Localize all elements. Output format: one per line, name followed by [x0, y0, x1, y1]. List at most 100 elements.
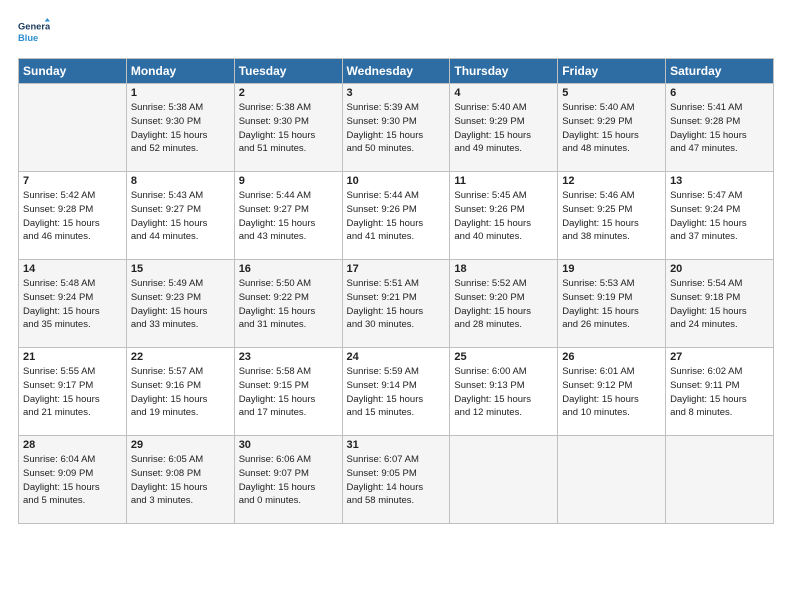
calendar-week-row: 14Sunrise: 5:48 AM Sunset: 9:24 PM Dayli… [19, 260, 774, 348]
day-number: 28 [23, 439, 122, 451]
day-info: Sunrise: 5:40 AM Sunset: 9:29 PM Dayligh… [454, 101, 553, 156]
day-info: Sunrise: 6:04 AM Sunset: 9:09 PM Dayligh… [23, 453, 122, 508]
calendar-day-cell: 6 Sunrise: 5:41 AM Sunset: 9:28 PM Daylig… [666, 84, 774, 172]
day-info: Sunrise: 5:47 AM Sunset: 9:24 PM Dayligh… [670, 189, 769, 244]
calendar-day-cell: 29 Sunrise: 6:05 AM Sunset: 9:08 PM Dayli… [126, 436, 234, 524]
calendar-week-row: 7Sunrise: 5:42 AM Sunset: 9:28 PM Daylig… [19, 172, 774, 260]
page: General Blue SundayMondayTuesdayWednesda… [0, 0, 792, 612]
day-number: 30 [239, 439, 338, 451]
day-info: Sunrise: 5:40 AM Sunset: 9:29 PM Dayligh… [562, 101, 661, 156]
calendar-day-cell: 5 Sunrise: 5:40 AM Sunset: 9:29 PM Daylig… [558, 84, 666, 172]
day-number: 12 [562, 175, 661, 187]
day-info: Sunrise: 5:58 AM Sunset: 9:15 PM Dayligh… [239, 365, 338, 420]
day-number: 8 [131, 175, 230, 187]
weekday-header-cell: Tuesday [234, 59, 342, 84]
day-number: 23 [239, 351, 338, 363]
calendar-day-cell: 17 Sunrise: 5:51 AM Sunset: 9:21 PM Dayli… [342, 260, 450, 348]
day-info: Sunrise: 5:59 AM Sunset: 9:14 PM Dayligh… [347, 365, 446, 420]
day-number: 29 [131, 439, 230, 451]
weekday-header-cell: Thursday [450, 59, 558, 84]
day-number: 20 [670, 263, 769, 275]
day-number: 17 [347, 263, 446, 275]
day-info: Sunrise: 5:54 AM Sunset: 9:18 PM Dayligh… [670, 277, 769, 332]
calendar-day-cell: 16 Sunrise: 5:50 AM Sunset: 9:22 PM Dayli… [234, 260, 342, 348]
day-number: 27 [670, 351, 769, 363]
day-info: Sunrise: 5:51 AM Sunset: 9:21 PM Dayligh… [347, 277, 446, 332]
day-number: 26 [562, 351, 661, 363]
calendar-day-cell [450, 436, 558, 524]
calendar-day-cell [19, 84, 127, 172]
day-number: 15 [131, 263, 230, 275]
day-number: 9 [239, 175, 338, 187]
calendar-day-cell: 4 Sunrise: 5:40 AM Sunset: 9:29 PM Daylig… [450, 84, 558, 172]
logo: General Blue [18, 18, 54, 50]
calendar-day-cell: 19 Sunrise: 5:53 AM Sunset: 9:19 PM Dayli… [558, 260, 666, 348]
calendar-table: SundayMondayTuesdayWednesdayThursdayFrid… [18, 58, 774, 524]
calendar-day-cell: 22 Sunrise: 5:57 AM Sunset: 9:16 PM Dayli… [126, 348, 234, 436]
day-info: Sunrise: 5:46 AM Sunset: 9:25 PM Dayligh… [562, 189, 661, 244]
calendar-day-cell: 9 Sunrise: 5:44 AM Sunset: 9:27 PM Daylig… [234, 172, 342, 260]
calendar-week-row: 21Sunrise: 5:55 AM Sunset: 9:17 PM Dayli… [19, 348, 774, 436]
calendar-week-row: 28 Sunrise: 6:04 AM Sunset: 9:09 PM Dayli… [19, 436, 774, 524]
day-info: Sunrise: 5:52 AM Sunset: 9:20 PM Dayligh… [454, 277, 553, 332]
day-number: 4 [454, 87, 553, 99]
day-info: Sunrise: 6:01 AM Sunset: 9:12 PM Dayligh… [562, 365, 661, 420]
calendar-day-cell: 27 Sunrise: 6:02 AM Sunset: 9:11 PM Dayli… [666, 348, 774, 436]
calendar-day-cell: 21Sunrise: 5:55 AM Sunset: 9:17 PM Dayli… [19, 348, 127, 436]
day-number: 24 [347, 351, 446, 363]
day-number: 6 [670, 87, 769, 99]
calendar-day-cell: 8 Sunrise: 5:43 AM Sunset: 9:27 PM Daylig… [126, 172, 234, 260]
day-info: Sunrise: 5:38 AM Sunset: 9:30 PM Dayligh… [131, 101, 230, 156]
header: General Blue [18, 18, 774, 50]
calendar-day-cell: 13 Sunrise: 5:47 AM Sunset: 9:24 PM Dayli… [666, 172, 774, 260]
weekday-header-cell: Wednesday [342, 59, 450, 84]
calendar-day-cell [558, 436, 666, 524]
weekday-header-cell: Friday [558, 59, 666, 84]
calendar-day-cell: 24 Sunrise: 5:59 AM Sunset: 9:14 PM Dayli… [342, 348, 450, 436]
day-info: Sunrise: 5:39 AM Sunset: 9:30 PM Dayligh… [347, 101, 446, 156]
day-number: 22 [131, 351, 230, 363]
day-number: 16 [239, 263, 338, 275]
day-info: Sunrise: 5:41 AM Sunset: 9:28 PM Dayligh… [670, 101, 769, 156]
calendar-day-cell: 25Sunrise: 6:00 AM Sunset: 9:13 PM Dayli… [450, 348, 558, 436]
day-info: Sunrise: 6:07 AM Sunset: 9:05 PM Dayligh… [347, 453, 446, 508]
day-number: 18 [454, 263, 553, 275]
calendar-day-cell: 30 Sunrise: 6:06 AM Sunset: 9:07 PM Dayli… [234, 436, 342, 524]
calendar-day-cell: 23 Sunrise: 5:58 AM Sunset: 9:15 PM Dayli… [234, 348, 342, 436]
calendar-day-cell: 14Sunrise: 5:48 AM Sunset: 9:24 PM Dayli… [19, 260, 127, 348]
day-info: Sunrise: 5:49 AM Sunset: 9:23 PM Dayligh… [131, 277, 230, 332]
day-number: 3 [347, 87, 446, 99]
day-info: Sunrise: 6:02 AM Sunset: 9:11 PM Dayligh… [670, 365, 769, 420]
calendar-week-row: 1 Sunrise: 5:38 AM Sunset: 9:30 PM Daylig… [19, 84, 774, 172]
day-info: Sunrise: 5:44 AM Sunset: 9:26 PM Dayligh… [347, 189, 446, 244]
svg-text:General: General [18, 22, 50, 32]
day-info: Sunrise: 5:53 AM Sunset: 9:19 PM Dayligh… [562, 277, 661, 332]
day-info: Sunrise: 6:06 AM Sunset: 9:07 PM Dayligh… [239, 453, 338, 508]
calendar-day-cell: 20 Sunrise: 5:54 AM Sunset: 9:18 PM Dayli… [666, 260, 774, 348]
day-info: Sunrise: 5:50 AM Sunset: 9:22 PM Dayligh… [239, 277, 338, 332]
day-info: Sunrise: 5:38 AM Sunset: 9:30 PM Dayligh… [239, 101, 338, 156]
calendar-day-cell: 18 Sunrise: 5:52 AM Sunset: 9:20 PM Dayli… [450, 260, 558, 348]
calendar-day-cell: 31Sunrise: 6:07 AM Sunset: 9:05 PM Dayli… [342, 436, 450, 524]
calendar-day-cell: 7Sunrise: 5:42 AM Sunset: 9:28 PM Daylig… [19, 172, 127, 260]
svg-text:Blue: Blue [18, 33, 38, 43]
weekday-header-cell: Sunday [19, 59, 127, 84]
day-info: Sunrise: 5:57 AM Sunset: 9:16 PM Dayligh… [131, 365, 230, 420]
day-info: Sunrise: 5:55 AM Sunset: 9:17 PM Dayligh… [23, 365, 122, 420]
weekday-header-cell: Saturday [666, 59, 774, 84]
day-info: Sunrise: 5:43 AM Sunset: 9:27 PM Dayligh… [131, 189, 230, 244]
calendar-day-cell: 12 Sunrise: 5:46 AM Sunset: 9:25 PM Dayli… [558, 172, 666, 260]
calendar-day-cell: 10Sunrise: 5:44 AM Sunset: 9:26 PM Dayli… [342, 172, 450, 260]
day-info: Sunrise: 6:05 AM Sunset: 9:08 PM Dayligh… [131, 453, 230, 508]
day-info: Sunrise: 5:45 AM Sunset: 9:26 PM Dayligh… [454, 189, 553, 244]
day-number: 19 [562, 263, 661, 275]
day-number: 14 [23, 263, 122, 275]
weekday-header-row: SundayMondayTuesdayWednesdayThursdayFrid… [19, 59, 774, 84]
calendar-day-cell: 28 Sunrise: 6:04 AM Sunset: 9:09 PM Dayli… [19, 436, 127, 524]
logo-icon: General Blue [18, 18, 50, 50]
day-number: 5 [562, 87, 661, 99]
day-number: 13 [670, 175, 769, 187]
day-number: 1 [131, 87, 230, 99]
weekday-header-cell: Monday [126, 59, 234, 84]
day-info: Sunrise: 5:44 AM Sunset: 9:27 PM Dayligh… [239, 189, 338, 244]
